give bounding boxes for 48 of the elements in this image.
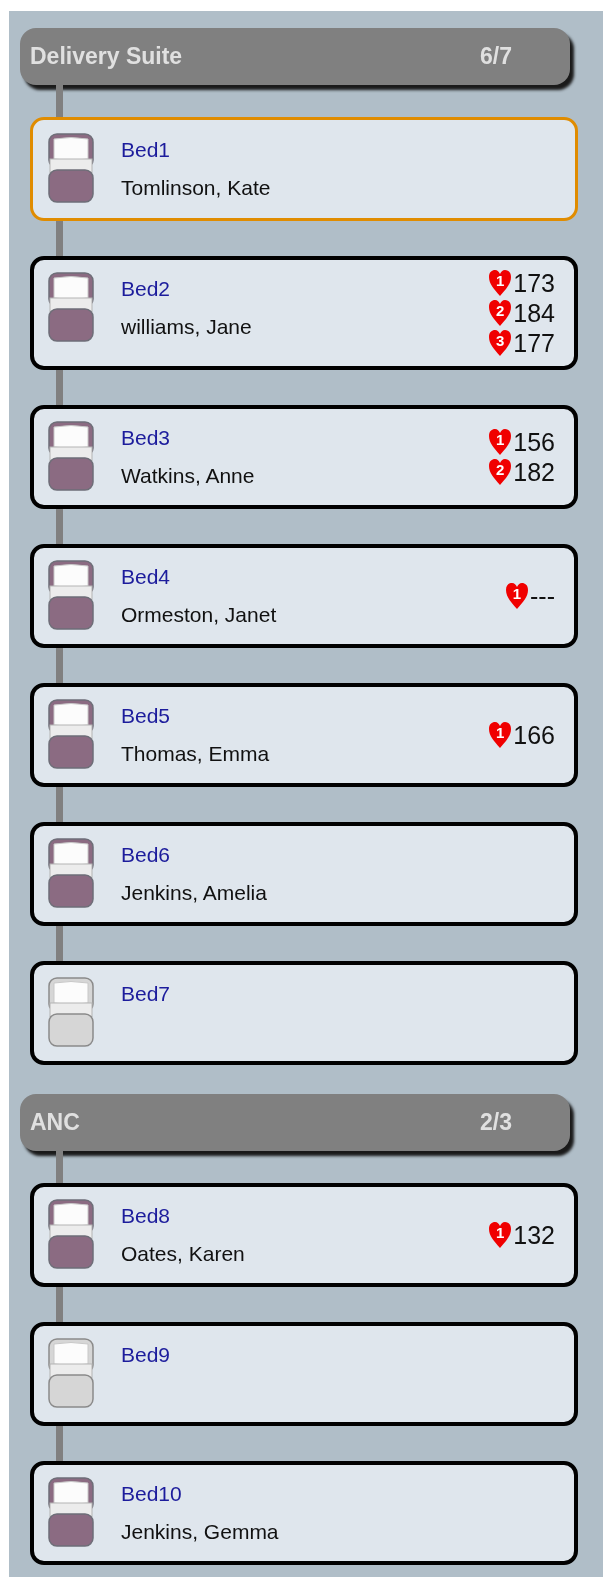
bed-label: Bed5: [121, 703, 171, 729]
heart-rate: 182: [513, 457, 555, 487]
heart-badge: 3: [487, 328, 514, 358]
heart-rate: 173: [513, 268, 555, 298]
bed-card[interactable]: Bed1 Tomlinson, Kate: [30, 117, 578, 221]
heart-badge: 1: [487, 720, 514, 750]
patient-name: Oates, Karen: [121, 1241, 245, 1267]
heart-badge: 1: [487, 268, 514, 298]
heart-badge: 1: [487, 427, 514, 457]
bed-label: Bed9: [121, 1342, 171, 1368]
bed-label: Bed6: [121, 842, 171, 868]
patient-name: Tomlinson, Kate: [121, 175, 271, 201]
heart-badge: 1: [504, 581, 530, 611]
heart-rate: 132: [513, 1220, 555, 1250]
bed-label: Bed8: [121, 1203, 171, 1229]
heart-rate: 166: [513, 720, 555, 750]
bed-label: Bed1: [121, 137, 171, 163]
bed-label: Bed10: [121, 1481, 182, 1507]
bed-label: Bed4: [121, 564, 171, 590]
bed-label: Bed3: [121, 425, 171, 451]
bed-count: 6/7: [480, 43, 512, 70]
heart-rate: 156: [513, 427, 555, 457]
bed-label: Bed7: [121, 981, 171, 1007]
bed-card[interactable]: Bed4 Ormeston, Janet 1 ---: [30, 544, 578, 648]
heart-rate: ---: [530, 581, 555, 611]
patient-name: Jenkins, Gemma: [121, 1519, 279, 1545]
bed-card[interactable]: Bed8 Oates, Karen 1 132: [30, 1183, 578, 1287]
heart-rate: 177: [513, 328, 555, 358]
bed-card[interactable]: Bed7: [30, 961, 578, 1065]
heart-badge: 2: [487, 457, 514, 487]
patient-name: Jenkins, Amelia: [121, 880, 267, 906]
bed-card[interactable]: Bed3 Watkins, Anne 1 156 2 182: [30, 405, 578, 509]
patient-name: Watkins, Anne: [121, 463, 255, 489]
bed-card[interactable]: Bed10 Jenkins, Gemma: [30, 1461, 578, 1565]
bed-card[interactable]: Bed9: [30, 1322, 578, 1426]
heart-badge: 2: [487, 298, 514, 328]
ward-name: Delivery Suite: [30, 43, 184, 70]
patient-name: Thomas, Emma: [121, 741, 270, 767]
heart-rate: 184: [513, 298, 555, 328]
bed-card[interactable]: Bed2 williams, Jane 1 173 2 184 3 177: [30, 256, 578, 370]
bed-count: 2/3: [480, 1109, 512, 1136]
patient-name: williams, Jane: [121, 314, 252, 340]
bed-card[interactable]: Bed6 Jenkins, Amelia: [30, 822, 578, 926]
ward-name: ANC: [30, 1109, 81, 1136]
bed-label: Bed2: [121, 276, 171, 302]
heart-badge: 1: [487, 1220, 514, 1250]
patient-name: Ormeston, Janet: [121, 602, 277, 628]
bed-card[interactable]: Bed5 Thomas, Emma 1 166: [30, 683, 578, 787]
